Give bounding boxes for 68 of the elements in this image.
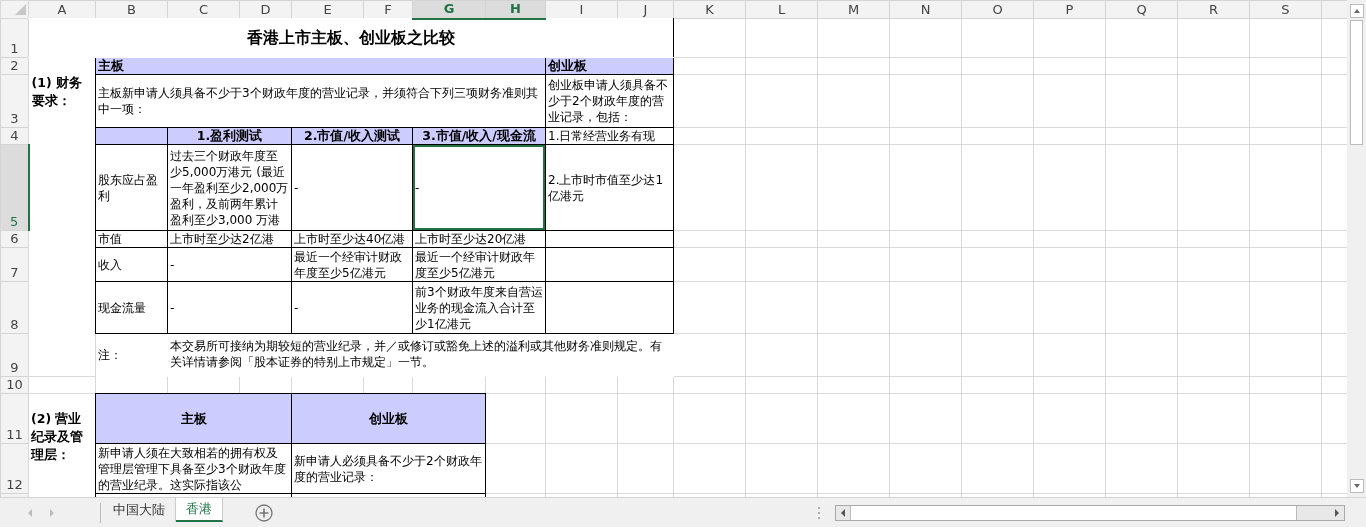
scroll-up-icon[interactable]: [1349, 4, 1364, 18]
column-header[interactable]: H: [485, 0, 546, 19]
scrollbar-thumb[interactable]: [850, 505, 1297, 520]
column-header[interactable]: E: [291, 0, 364, 19]
scrollbar-thumb[interactable]: [1350, 20, 1363, 145]
sheet-tab[interactable]: 香港: [176, 497, 223, 522]
column-header[interactable]: J: [617, 0, 674, 19]
scroll-down-icon[interactable]: [1349, 479, 1364, 493]
table-cell: -: [167, 281, 292, 334]
table-cell: 最近一个经审计财政年度至少5亿港元: [412, 247, 546, 282]
table-cell: 收入: [95, 247, 168, 282]
table-cell: 主板新申请人须具备不少于3个财政年度的营业记录，并须符合下列三项财务准则其中一项：: [95, 74, 546, 128]
column-header[interactable]: N: [889, 0, 962, 19]
column-header[interactable]: F: [363, 0, 413, 19]
table-cell: 上市时至少达2亿港: [167, 230, 292, 248]
horizontal-scrollbar[interactable]: [835, 504, 1345, 521]
column-header[interactable]: K: [673, 0, 746, 19]
row-header[interactable]: 5: [0, 144, 29, 231]
row-header[interactable]: 1: [0, 18, 29, 58]
select-all-button[interactable]: [0, 0, 29, 19]
table-cell: 上市时至少达40亿港: [291, 230, 413, 248]
table-cell: 前3个财政年度来自营运业务的现金流入合计至少1亿港元: [412, 281, 546, 334]
column-header[interactable]: Q: [1105, 0, 1178, 19]
column-header[interactable]: R: [1177, 0, 1250, 19]
row-header[interactable]: 11: [0, 393, 29, 444]
row-header[interactable]: 8: [0, 281, 29, 334]
table-cell: 2.上市时市值至少达1亿港元: [545, 144, 674, 231]
table-cell: 1.日常经营业务有现: [545, 127, 674, 145]
table-cell: -: [291, 281, 413, 334]
table-header-cell: 创业板: [291, 393, 486, 444]
table-header-cell: 主板: [95, 393, 292, 444]
table-cell: -: [291, 144, 413, 231]
row-header[interactable]: 3: [0, 74, 29, 128]
column-header[interactable]: P: [1033, 0, 1106, 19]
table-cell: 新申请人必须具备不少于2个财政年度的营业记录：: [291, 443, 486, 494]
splitter-handle-icon[interactable]: [817, 505, 821, 520]
table-cell: 创业板申请人须具备不少于2个财政年度的营业记录，包括：: [545, 74, 674, 128]
next-sheet-icon[interactable]: [48, 507, 56, 518]
table-cell: 现金流量: [95, 281, 168, 334]
column-header[interactable]: L: [745, 0, 818, 19]
row-header[interactable]: 7: [0, 247, 29, 282]
column-header[interactable]: G: [412, 0, 486, 19]
sheet-title: 香港上市主板、创业板之比较: [28, 18, 674, 58]
column-header[interactable]: O: [961, 0, 1034, 19]
table-cell: 过去三个财政年度至少5,000万港元 (最近一年盈利至少2,000万盈利，及前两年累计盈利至少3,000 万港: [167, 144, 292, 231]
column-header[interactable]: S: [1249, 0, 1322, 19]
note-label: 注：: [95, 333, 168, 377]
column-header[interactable]: A: [28, 0, 96, 19]
table-cell: -: [412, 144, 546, 231]
column-header[interactable]: I: [545, 0, 618, 19]
add-sheet-icon[interactable]: [255, 503, 273, 522]
previous-sheet-icon[interactable]: [26, 507, 34, 518]
table-cell: 最近一个经审计财政年度至少5亿港元: [291, 247, 413, 282]
section-label: (2) 营业纪录及管理层：: [28, 393, 96, 497]
note-text: 本交易所可接纳为期较短的营业纪录，并／或修订或豁免上述的溢利或其他财务准则规定。有关详情请参阅「股本证券的特别上市规定」一节。: [167, 333, 674, 377]
table-cell: 市值: [95, 230, 168, 248]
row-header[interactable]: 9: [0, 333, 29, 377]
vertical-scrollbar[interactable]: [1347, 0, 1366, 497]
row-header[interactable]: 12: [0, 443, 29, 494]
table-cell: 新申请人须在大致相若的拥有权及管理层管理下具备至少3个财政年度的营业纪录。这实际指该公: [95, 443, 292, 494]
column-header[interactable]: D: [239, 0, 292, 19]
column-header[interactable]: C: [167, 0, 240, 19]
section-label: (1) 财务要求：: [28, 57, 96, 377]
table-cell: 股东应占盈利: [95, 144, 168, 231]
table-cell: 上市时至少达20亿港: [412, 230, 546, 248]
table-cell: -: [167, 247, 292, 282]
column-header[interactable]: M: [817, 0, 890, 19]
column-header[interactable]: B: [95, 0, 168, 19]
